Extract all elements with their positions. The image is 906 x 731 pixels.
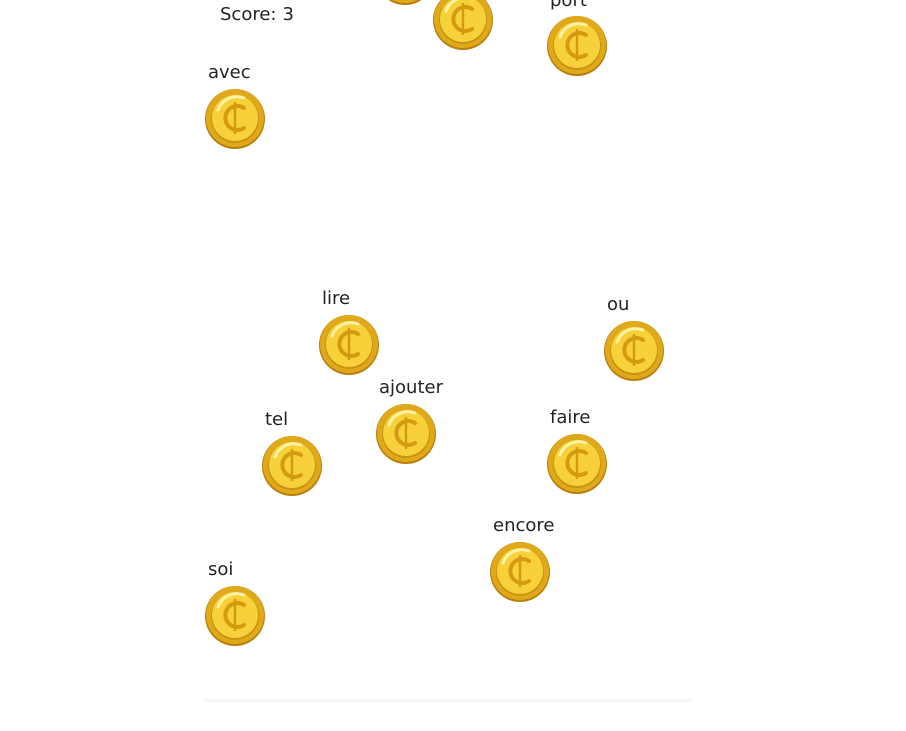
coin-word-label: avec xyxy=(208,62,251,83)
gold-coin-icon[interactable] xyxy=(546,433,608,495)
gold-coin-icon[interactable] xyxy=(318,314,380,376)
ground-divider xyxy=(204,699,692,702)
coin-word-label: port xyxy=(550,0,587,11)
coin-word-label: ou xyxy=(607,294,630,315)
coin-item-lire[interactable]: lire xyxy=(318,290,380,376)
coin-item[interactable] xyxy=(432,0,494,51)
gold-coin-icon[interactable] xyxy=(489,541,551,603)
gold-coin-icon[interactable] xyxy=(375,403,437,465)
game-stage: Score: 3 port avec lire ou ajouter tel fa… xyxy=(0,0,906,731)
coin-item-ajouter[interactable]: ajouter xyxy=(375,379,443,465)
gold-coin-icon[interactable] xyxy=(374,0,436,6)
coin-word-label: faire xyxy=(550,407,591,428)
gold-coin-icon[interactable] xyxy=(261,435,323,497)
coin-word-label: tel xyxy=(265,409,289,430)
coin-word-label: lire xyxy=(322,288,351,309)
gold-coin-icon[interactable] xyxy=(432,0,494,51)
gold-coin-icon[interactable] xyxy=(603,320,665,382)
gold-coin-icon[interactable] xyxy=(204,585,266,647)
coin-item-faire[interactable]: faire xyxy=(546,409,608,495)
coin-word-label: ajouter xyxy=(379,377,443,398)
coin-word-label: soi xyxy=(208,559,234,580)
coin-item-encore[interactable]: encore xyxy=(489,517,554,603)
coin-item-soi[interactable]: soi xyxy=(204,561,266,647)
gold-coin-icon[interactable] xyxy=(546,15,608,77)
coin-item-ou[interactable]: ou xyxy=(603,296,665,382)
score-display: Score: 3 xyxy=(220,4,294,25)
coin-item-avec[interactable]: avec xyxy=(204,64,266,150)
coin-item-tel[interactable]: tel xyxy=(261,411,323,497)
score-value: 3 xyxy=(282,4,294,25)
coin-item[interactable] xyxy=(374,0,436,6)
score-label: Score: xyxy=(220,4,277,25)
coin-word-label: encore xyxy=(493,515,555,536)
gold-coin-icon[interactable] xyxy=(204,88,266,150)
coin-item-port[interactable]: port xyxy=(546,0,608,77)
